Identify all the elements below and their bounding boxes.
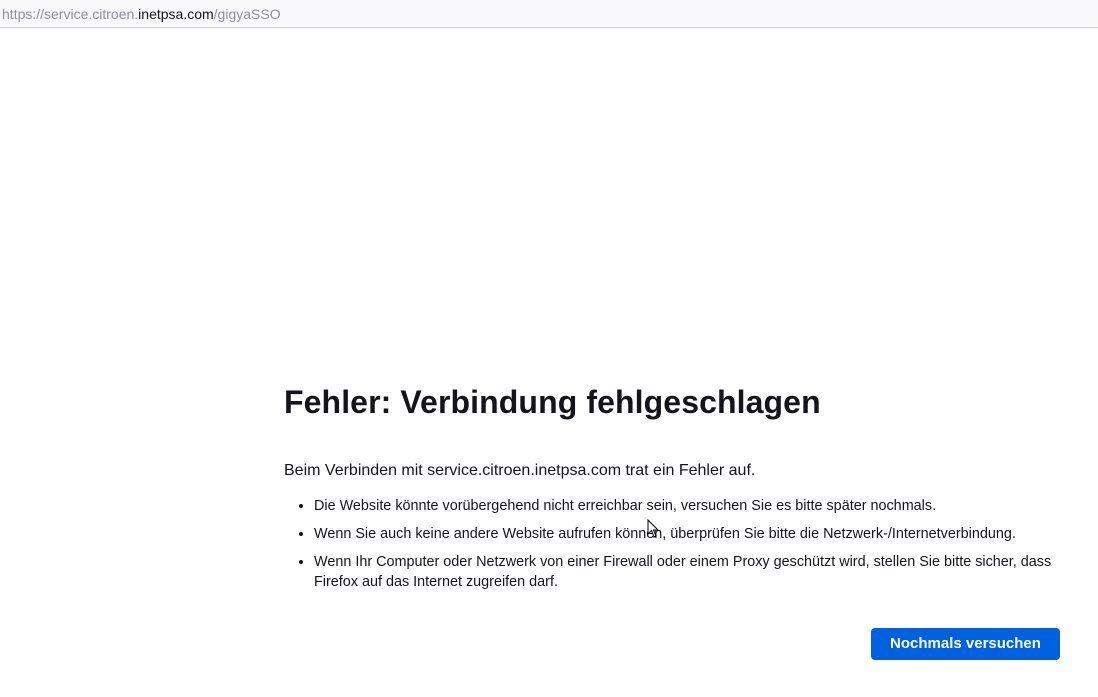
address-bar[interactable]: https://service.citroen.inetpsa.com/gigy… [0, 0, 1098, 28]
error-hint: Wenn Ihr Computer oder Netzwerk von eine… [314, 552, 1064, 592]
error-hint-list: Die Website könnte vorübergehend nicht e… [284, 496, 1064, 592]
error-container: Fehler: Verbindung fehlgeschlagen Beim V… [284, 380, 1064, 600]
retry-button[interactable]: Nochmals versuchen [871, 628, 1060, 660]
error-hint: Wenn Sie auch keine andere Website aufru… [314, 524, 1064, 544]
url-host: inetpsa.com [138, 6, 214, 22]
error-intro: Beim Verbinden mit service.citroen.inetp… [284, 462, 756, 479]
url-path: /gigyaSSO [213, 6, 281, 22]
url-text[interactable]: https://service.citroen.inetpsa.com/gigy… [2, 5, 281, 23]
mouse-cursor-icon [647, 519, 659, 538]
url-prefix: https://service.citroen. [2, 6, 139, 22]
error-title: Fehler: Verbindung fehlgeschlagen [284, 384, 821, 420]
error-hint: Die Website könnte vorübergehend nicht e… [314, 496, 1064, 516]
